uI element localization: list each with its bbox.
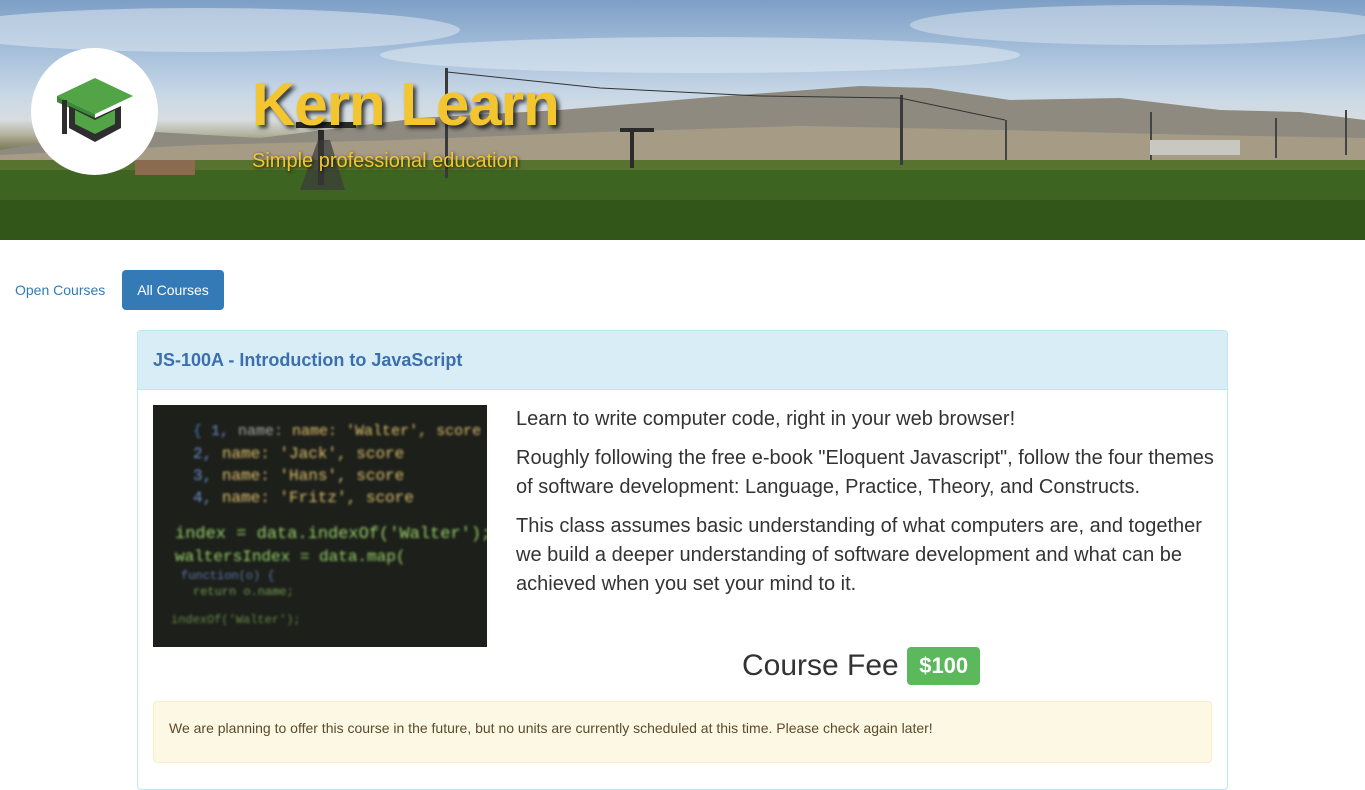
- header-banner: Kern Learn Simple professional education: [0, 0, 1365, 240]
- course-description: Learn to write computer code, right in y…: [516, 405, 1216, 609]
- graduation-cap-icon: [57, 78, 133, 142]
- course-panel-heading: JS-100A - Introduction to JavaScript: [138, 331, 1227, 390]
- code-line-8: return o.name;: [193, 585, 294, 599]
- site-title[interactable]: Kern Learn: [252, 70, 560, 139]
- tab-open-courses[interactable]: Open Courses: [0, 270, 120, 310]
- site-subtitle: Simple professional education: [252, 150, 519, 172]
- code-line-3: name: 'Hans', score: [221, 467, 405, 485]
- course-notice-text: We are planning to offer this course in …: [169, 720, 933, 736]
- course-fee-badge: $100: [907, 647, 981, 685]
- code-line-1: name: 'Walter', score: [292, 423, 482, 440]
- course-image: { 1, name: name: 'Walter', score 2, name…: [153, 405, 487, 647]
- course-notice-alert: We are planning to offer this course in …: [153, 701, 1212, 763]
- site-logo[interactable]: [31, 48, 158, 175]
- tab-all-courses[interactable]: All Courses: [122, 270, 224, 310]
- description-paragraph: This class assumes basic understanding o…: [516, 515, 1202, 595]
- code-line-7: function(o) {: [181, 569, 275, 583]
- code-line-6: waltersIndex = data.map(: [175, 548, 406, 566]
- landscape-photo: [0, 5, 1365, 240]
- course-fee-label: Course Fee: [742, 649, 899, 682]
- code-line-9: indexOf('Walter');: [171, 613, 301, 627]
- code-line-4: name: 'Fritz', score: [221, 489, 414, 507]
- description-paragraph: Roughly following the free e-book "Eloqu…: [516, 447, 1214, 498]
- course-fee: Course Fee $100: [742, 647, 981, 687]
- code-line-5: index = data.indexOf('Walter');: [175, 525, 487, 544]
- course-title[interactable]: JS-100A - Introduction to JavaScript: [153, 350, 462, 370]
- course-panel: JS-100A - Introduction to JavaScript { 1…: [137, 330, 1228, 790]
- code-line-2: name: 'Jack', score: [221, 445, 405, 463]
- description-paragraph: Learn to write computer code, right in y…: [516, 408, 1016, 430]
